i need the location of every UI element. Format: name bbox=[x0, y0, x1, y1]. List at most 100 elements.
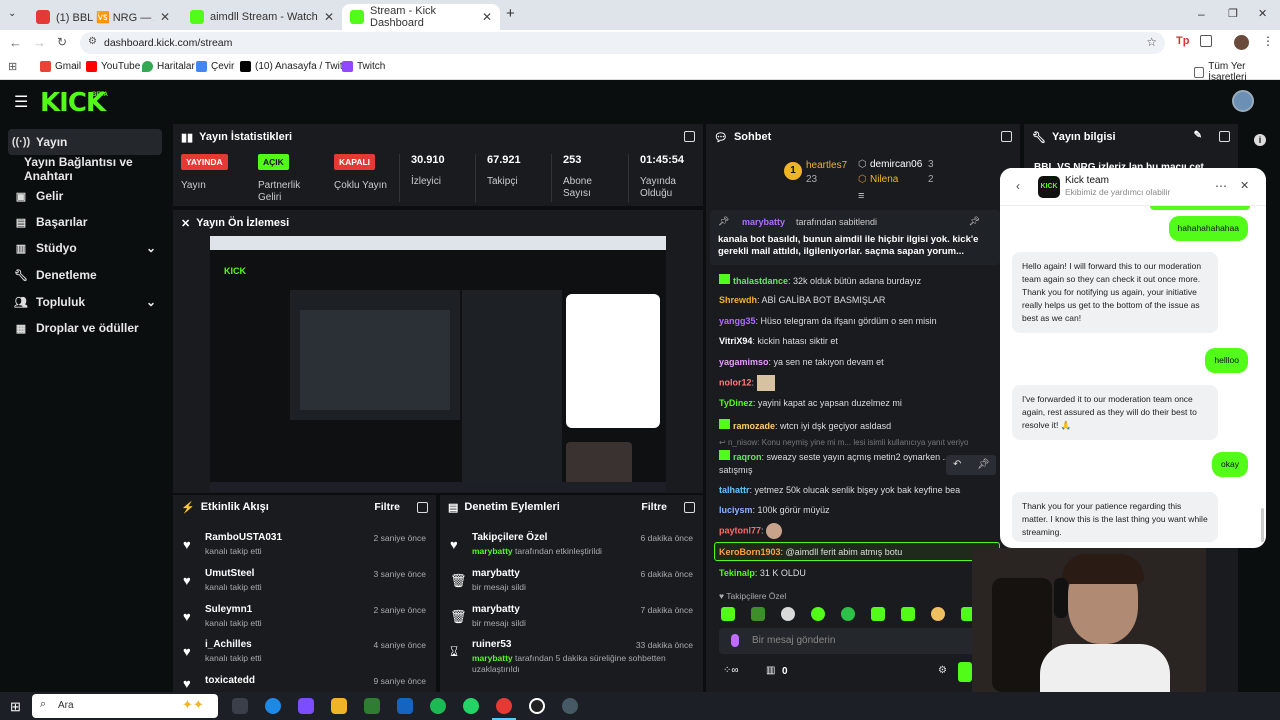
chat-username[interactable]: ramozade bbox=[733, 421, 775, 431]
close-window-button[interactable]: ✕ bbox=[1258, 7, 1267, 20]
extensions-puzzle-icon[interactable] bbox=[1200, 35, 1212, 47]
emote-icon[interactable] bbox=[721, 607, 735, 621]
chat-input[interactable]: Bir mesaj gönderin bbox=[719, 628, 979, 654]
bookmark-youtube[interactable]: YouTube bbox=[86, 61, 140, 72]
minimize-button[interactable]: – bbox=[1198, 7, 1205, 21]
sidebar-item-denetleme[interactable]: 🔧︎ Denetleme bbox=[8, 262, 162, 288]
bookmark-maps[interactable]: Haritalar bbox=[142, 61, 195, 72]
obs-icon[interactable] bbox=[529, 698, 545, 714]
maximize-button[interactable]: ❐ bbox=[1228, 7, 1238, 20]
emote-icon[interactable] bbox=[781, 607, 795, 621]
chat-username[interactable]: paytonl77 bbox=[719, 525, 761, 535]
close-tab-icon[interactable]: ✕ bbox=[482, 10, 492, 24]
popout-icon[interactable] bbox=[1001, 131, 1012, 142]
profile-avatar[interactable] bbox=[1234, 35, 1249, 50]
browser-tab-3-active[interactable]: Stream - Kick Dashboard ✕ bbox=[342, 4, 500, 30]
url-field[interactable]: ⚙ dashboard.kick.com/stream ☆ bbox=[80, 32, 1165, 54]
back-chevron-icon[interactable]: ‹ bbox=[1016, 179, 1020, 193]
reload-icon[interactable]: ↻ bbox=[57, 35, 67, 49]
forward-icon[interactable]: → bbox=[33, 35, 46, 50]
chat-username[interactable]: KeroBorn1903 bbox=[719, 547, 781, 557]
bookmark-translate[interactable]: Çevir bbox=[196, 61, 234, 72]
moderation-action[interactable]: marybatty bbox=[472, 568, 520, 579]
user-avatar[interactable] bbox=[1232, 90, 1254, 112]
chat-username[interactable]: yagamimso bbox=[719, 357, 769, 367]
popup-scrollbar[interactable] bbox=[1261, 508, 1264, 542]
popout-icon[interactable] bbox=[1219, 131, 1230, 142]
activity-user[interactable]: i_Achilles bbox=[205, 639, 252, 650]
pinned-by-user[interactable]: marybatty bbox=[742, 217, 785, 227]
sidebar-item-droplar[interactable]: ▦ Droplar ve ödüller bbox=[8, 315, 162, 341]
spotify-icon[interactable] bbox=[430, 698, 446, 714]
edge-icon[interactable] bbox=[265, 698, 281, 714]
file-explorer-icon[interactable] bbox=[331, 698, 347, 714]
sidebar-item-topluluk[interactable]: 👥︎ Topluluk ⌄ bbox=[8, 289, 162, 315]
bookmark-twitter[interactable]: (10) Anasayfa / Twit... bbox=[240, 61, 351, 72]
extension-icon[interactable]: Tp bbox=[1176, 35, 1189, 47]
emote-icon[interactable] bbox=[931, 607, 945, 621]
activity-user[interactable]: Suleymn1 bbox=[205, 604, 252, 615]
chat-username[interactable]: nolor12 bbox=[719, 377, 752, 387]
sidebar-item-studyo[interactable]: ▥ Stüdyo ⌄ bbox=[8, 235, 162, 261]
emote-icon[interactable] bbox=[811, 607, 825, 621]
sidebar-item-yayin[interactable]: ((·)) Yayın bbox=[8, 129, 162, 155]
apps-grid-icon[interactable]: ⊞ bbox=[8, 60, 17, 73]
emote-icon[interactable] bbox=[751, 607, 765, 621]
mail-icon[interactable] bbox=[397, 698, 413, 714]
tab-list-chevron-icon[interactable]: ⌄ bbox=[8, 8, 16, 19]
back-icon[interactable]: ← bbox=[9, 35, 22, 50]
chat-username[interactable]: Shrewdh bbox=[719, 295, 757, 305]
chevron-down-icon[interactable]: ⌄ bbox=[146, 241, 156, 255]
send-button[interactable] bbox=[958, 662, 972, 682]
hamburger-menu-icon[interactable]: ☰ bbox=[14, 92, 28, 112]
chat-username[interactable]: Tekinalp bbox=[719, 568, 755, 578]
sidebar-item-gelir[interactable]: ▣ Gelir bbox=[8, 183, 162, 209]
unpin-icon[interactable]: 📌︎ bbox=[969, 216, 980, 227]
windows-start-icon[interactable]: ⊞ bbox=[10, 699, 21, 715]
reply-button[interactable]: ↶ bbox=[953, 459, 961, 470]
chat-username[interactable]: VitriX94 bbox=[719, 336, 752, 346]
microphone-icon[interactable] bbox=[731, 634, 739, 647]
browser-menu-icon[interactable]: ⋮ bbox=[1262, 34, 1274, 48]
bookmark-twitch[interactable]: Twitch bbox=[342, 61, 385, 72]
top-gifter-name[interactable]: heartles7 bbox=[806, 160, 847, 171]
whatsapp-icon[interactable] bbox=[463, 698, 479, 714]
expand-icon[interactable]: ≡ bbox=[858, 190, 864, 202]
points-icon[interactable]: ⁘∞ bbox=[723, 665, 739, 676]
chat-settings-icon[interactable]: ⚙ bbox=[938, 665, 947, 676]
filter-button[interactable]: Filtre bbox=[374, 501, 400, 513]
sidebar-item-stream-key[interactable]: Yayın Bağlantısı ve Anahtarı bbox=[8, 155, 178, 183]
close-popup-icon[interactable]: ✕ bbox=[1240, 179, 1249, 192]
moderator-name[interactable]: marybatty bbox=[472, 546, 513, 556]
edit-pencil-icon[interactable]: ✎ bbox=[1194, 130, 1202, 141]
close-tab-icon[interactable]: ✕ bbox=[324, 10, 334, 24]
activity-user[interactable]: toxicatedd bbox=[205, 675, 255, 686]
bookmark-star-icon[interactable]: ☆ bbox=[1146, 35, 1157, 49]
chat-username[interactable]: n_nisow bbox=[728, 438, 757, 447]
chat-username[interactable]: thalastdance bbox=[733, 276, 788, 286]
info-icon[interactable]: i bbox=[1254, 134, 1266, 146]
popout-icon[interactable] bbox=[684, 502, 695, 513]
activity-user[interactable]: RamboUSTA031 bbox=[205, 532, 282, 543]
moderation-action[interactable]: ruiner53 bbox=[472, 639, 511, 650]
emote-icon[interactable] bbox=[841, 607, 855, 621]
app-icon[interactable] bbox=[562, 698, 578, 714]
chat-username[interactable]: raqron bbox=[733, 452, 762, 462]
filter-button[interactable]: Filtre bbox=[641, 501, 667, 513]
emote-icon[interactable] bbox=[901, 607, 915, 621]
site-info-icon[interactable]: ⚙ bbox=[88, 36, 97, 47]
chat-username[interactable]: talhattr bbox=[719, 485, 750, 495]
chat-username[interactable]: luciysm bbox=[719, 505, 753, 515]
close-tab-icon[interactable]: ✕ bbox=[160, 10, 170, 24]
moderation-action[interactable]: marybatty bbox=[472, 604, 520, 615]
task-view-icon[interactable] bbox=[232, 698, 248, 714]
browser-tab-2[interactable]: aimdll Stream - Watch Live on ✕ bbox=[182, 4, 342, 30]
copilot-icon[interactable] bbox=[298, 698, 314, 714]
bookmark-gmail[interactable]: Gmail bbox=[40, 61, 81, 72]
new-tab-button[interactable]: + bbox=[506, 5, 515, 22]
popout-icon[interactable] bbox=[417, 502, 428, 513]
preview-video[interactable]: KICK bbox=[210, 236, 666, 492]
activity-user[interactable]: UmutSteel bbox=[205, 568, 254, 579]
browser-tab-1[interactable]: (1) BBL 🆚 NRG — AG 🆚 G2 | ✕ bbox=[28, 4, 178, 30]
chrome-icon[interactable] bbox=[496, 698, 512, 714]
